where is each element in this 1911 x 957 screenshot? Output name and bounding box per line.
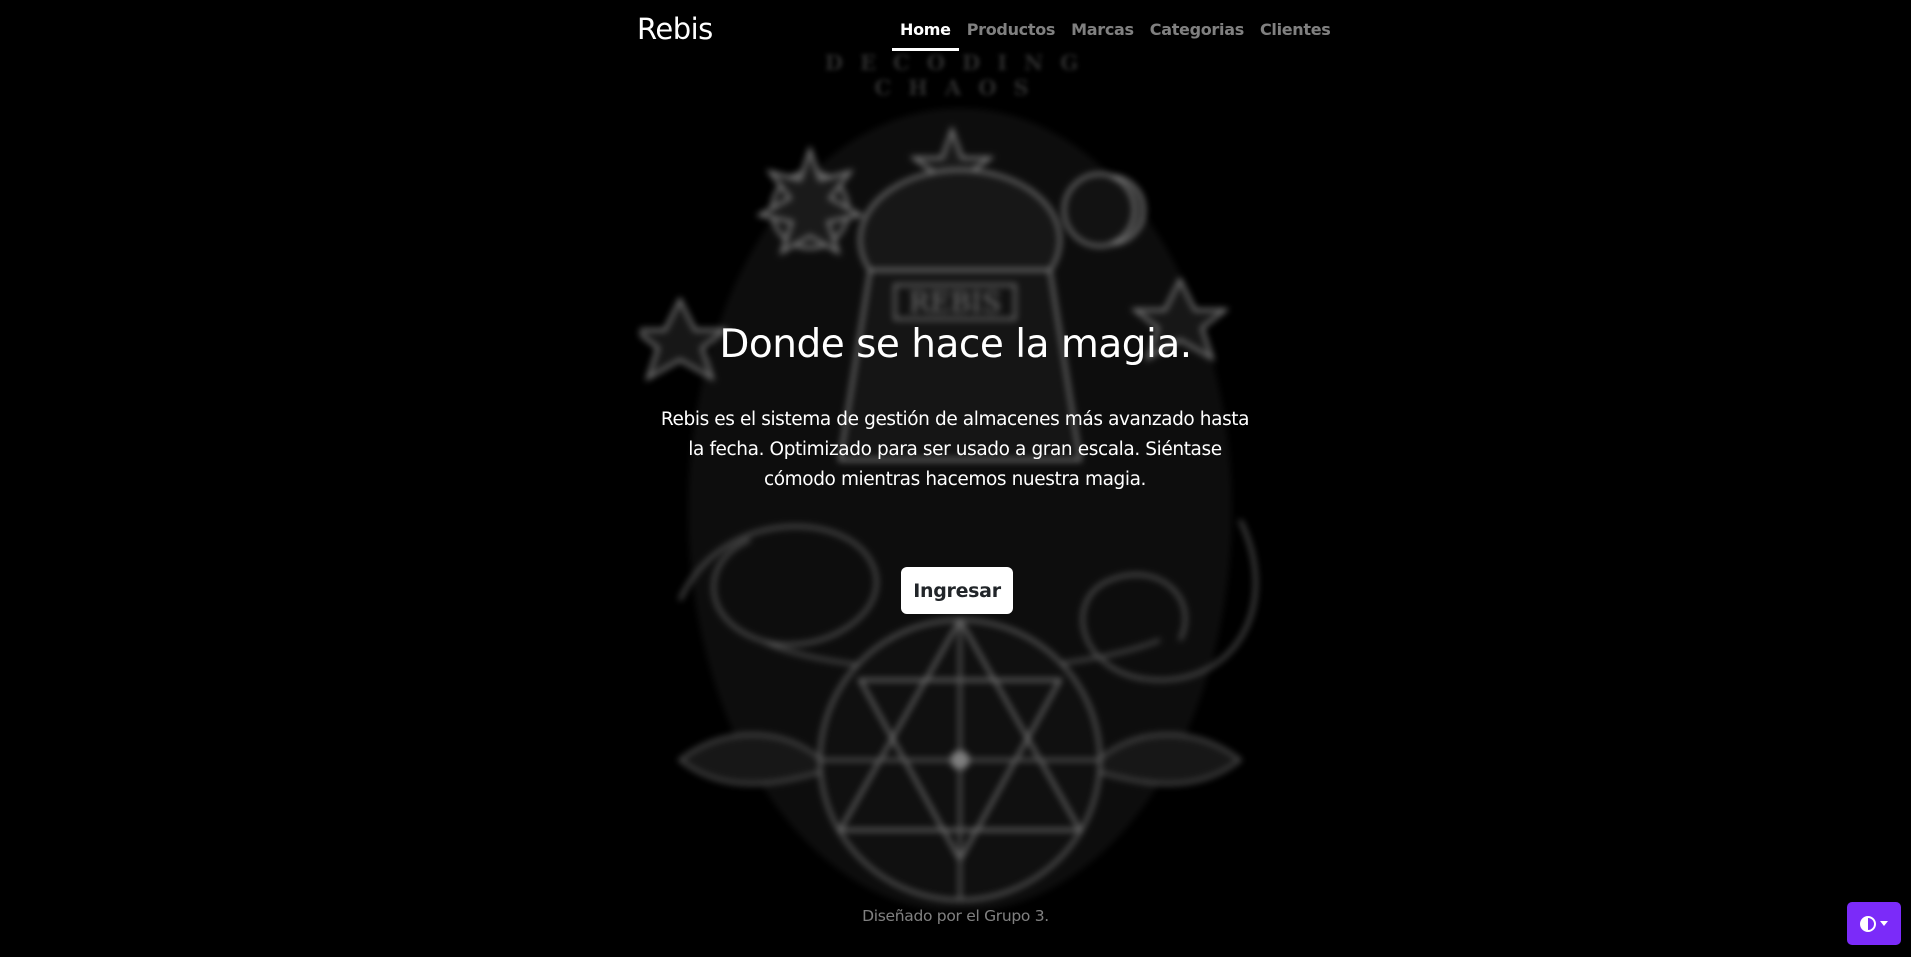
brand-logo[interactable]: Rebis (637, 12, 713, 46)
caret-down-icon (1880, 921, 1888, 926)
hero-title: Donde se hace la magia. (719, 322, 1192, 367)
ingresar-button[interactable]: Ingresar (901, 567, 1013, 614)
top-navbar: Rebis Home Productos Marcas Categorias C… (0, 0, 1911, 60)
nav-categorias[interactable]: Categorias (1142, 16, 1252, 51)
nav-marcas[interactable]: Marcas (1063, 16, 1142, 51)
circle-half-icon (1860, 915, 1876, 932)
nav-home[interactable]: Home (892, 16, 959, 51)
footer-credit: Diseñado por el Grupo 3. (862, 907, 1049, 925)
theme-toggle-button[interactable] (1847, 902, 1901, 945)
hero-description: Rebis es el sistema de gestión de almace… (660, 409, 1250, 490)
page: DECODING CHAOS REBIS Rebis Home Producto… (0, 0, 1911, 957)
emblem-banner-text: REBIS (909, 286, 1001, 319)
nav-clientes[interactable]: Clientes (1252, 16, 1339, 51)
main-nav: Home Productos Marcas Categorias Cliente… (892, 16, 1339, 51)
nav-productos[interactable]: Productos (959, 16, 1063, 51)
